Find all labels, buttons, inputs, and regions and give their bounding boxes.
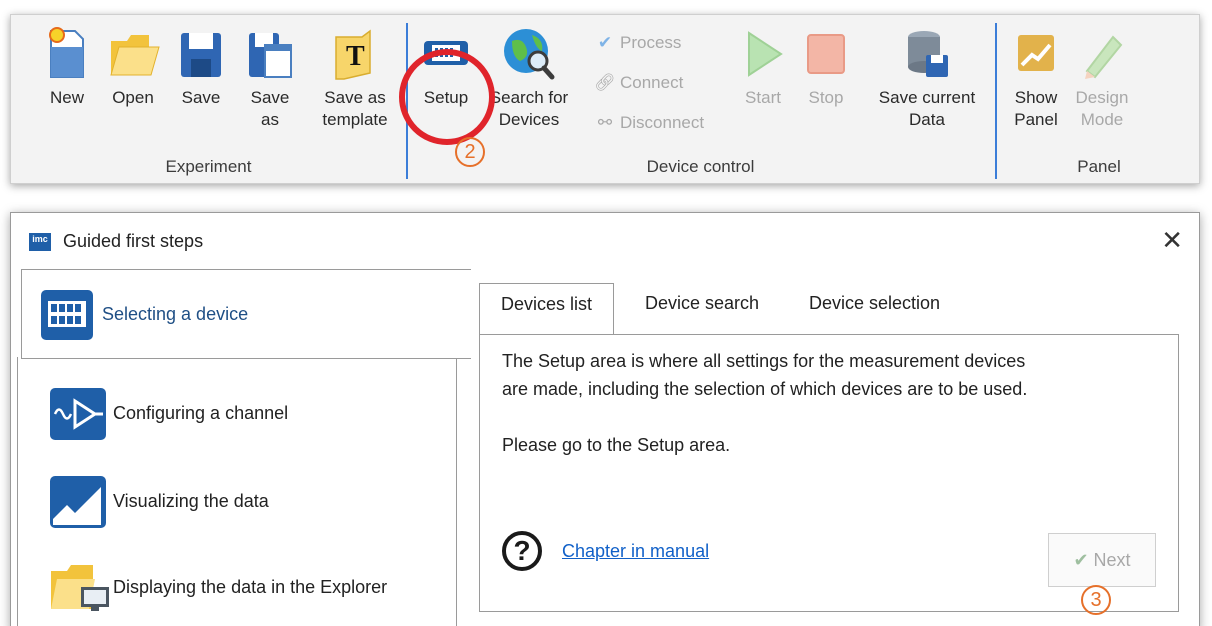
guided-first-steps-dialog: imc Guided first steps ✕ Selecting a dev… <box>10 212 1200 626</box>
tab-devices-list[interactable]: Devices list <box>479 283 615 335</box>
unlink-icon: ⚯ <box>597 113 613 132</box>
start-button[interactable]: Start <box>738 27 788 109</box>
steps-left-border <box>17 357 18 626</box>
close-button[interactable]: ✕ <box>1161 225 1183 256</box>
tab-device-search[interactable]: Device search <box>645 293 759 314</box>
setup-description-line-2: are made, including the selection of whi… <box>502 379 1028 399</box>
explorer-folder-icon <box>51 565 109 611</box>
step-label: Visualizing the data <box>113 491 269 511</box>
design-mode-label: Design Mode <box>1075 88 1129 129</box>
dialog-title: Guided first steps <box>63 231 204 251</box>
setup-instruction: Please go to the Setup area. <box>502 435 731 455</box>
folder-open-icon <box>110 35 160 76</box>
dialog-titlebar: imc Guided first steps ✕ <box>11 213 1199 269</box>
save-current-data-button[interactable]: Save current Data <box>870 27 984 131</box>
ribbon-toolbar: New Open Save Save as T Save as template… <box>10 14 1200 184</box>
device-setup-icon <box>424 41 468 65</box>
stop-icon <box>807 34 845 74</box>
save-button[interactable]: Save <box>177 27 225 109</box>
step-label: Selecting a device <box>102 304 249 324</box>
new-button[interactable]: New <box>45 27 89 109</box>
globe-search-icon <box>504 29 555 80</box>
next-button[interactable]: ✔ Next <box>1048 533 1156 587</box>
panel-chart-icon <box>1018 35 1054 71</box>
step-label: Displaying the data in the Explorer <box>113 577 388 597</box>
start-label: Start <box>745 88 781 107</box>
setup-label: Setup <box>423 88 469 107</box>
open-button[interactable]: Open <box>107 27 160 109</box>
show-panel-button[interactable]: Show Panel <box>1013 27 1059 131</box>
stop-label: Stop <box>808 88 844 107</box>
steps-panel: Selecting a device Configuring a channel… <box>21 269 471 626</box>
imc-app-icon: imc <box>29 233 51 251</box>
show-panel-label: Show Panel <box>1014 88 1058 129</box>
disconnect-label: Disconnect <box>620 113 705 132</box>
channel-amplifier-icon <box>50 388 106 440</box>
save-as-icon <box>249 33 292 78</box>
experiment-group: New Open Save Save as T Save as template… <box>11 15 406 185</box>
step-label: Configuring a channel <box>113 403 289 423</box>
step-displaying-explorer[interactable]: Displaying the data in the Explorer <box>21 555 471 626</box>
save-as-template-label: Save as template <box>322 88 388 129</box>
pencil-icon <box>1085 35 1123 79</box>
save-as-button[interactable]: Save as <box>243 27 297 131</box>
chart-icon <box>50 476 106 528</box>
search-for-devices-button[interactable]: Search for Devices <box>486 27 572 131</box>
floppy-disk-icon <box>181 33 221 77</box>
device-control-group: Setup Search for Devices ✔ Process 🔗︎ Conn… <box>408 15 993 185</box>
connect-label: Connect <box>620 73 684 92</box>
connect-button[interactable]: 🔗︎ Connect <box>594 73 683 93</box>
tab-content-devices-list: The Setup area is where all settings for… <box>479 334 1179 612</box>
help-icon[interactable]: ? <box>502 531 542 571</box>
device-control-group-label: Device control <box>646 157 755 176</box>
disconnect-button[interactable]: ⚯ Disconnect <box>594 113 704 133</box>
panel-group-label: Panel <box>1077 157 1121 176</box>
step-configuring-channel[interactable]: Configuring a channel <box>21 383 471 473</box>
link-icon: 🔗︎ <box>594 73 616 92</box>
steps-divider <box>456 359 457 626</box>
panel-group: Show Panel Design Mode Panel <box>997 15 1201 185</box>
step-visualizing-data[interactable]: Visualizing the data <box>21 469 471 559</box>
search-for-devices-label: Search for Devices <box>489 88 569 129</box>
design-mode-button[interactable]: Design Mode <box>1071 27 1133 131</box>
step-selecting-device[interactable]: Selecting a device <box>21 269 471 359</box>
new-label: New <box>49 88 84 107</box>
save-label: Save <box>181 88 221 107</box>
open-label: Open <box>112 88 154 107</box>
save-as-label: Save as <box>250 88 290 129</box>
process-label: Process <box>620 33 682 52</box>
process-button[interactable]: ✔ Process <box>594 33 682 53</box>
setup-description-line-1: The Setup area is where all settings for… <box>502 351 1026 371</box>
database-save-icon <box>908 31 948 77</box>
checkmark-icon: ✔ <box>597 33 613 52</box>
template-icon: T <box>335 29 371 80</box>
stop-button[interactable]: Stop <box>802 27 850 109</box>
experiment-group-label: Experiment <box>165 157 252 176</box>
callout-3-badge: 3 <box>1081 585 1111 615</box>
new-document-icon <box>49 27 84 78</box>
device-icon <box>41 290 93 340</box>
callout-2-badge: 2 <box>455 137 485 167</box>
save-as-template-button[interactable]: T Save as template <box>313 27 397 131</box>
chapter-in-manual-link[interactable]: Chapter in manual <box>562 541 709 562</box>
checkmark-icon: ✔ <box>1073 550 1089 570</box>
setup-button[interactable]: Setup <box>414 27 478 109</box>
play-icon <box>748 31 783 77</box>
tab-device-selection[interactable]: Device selection <box>809 293 940 314</box>
next-label: Next <box>1093 550 1131 570</box>
save-current-data-label: Save current Data <box>878 88 976 129</box>
svg-text:T: T <box>346 41 365 72</box>
